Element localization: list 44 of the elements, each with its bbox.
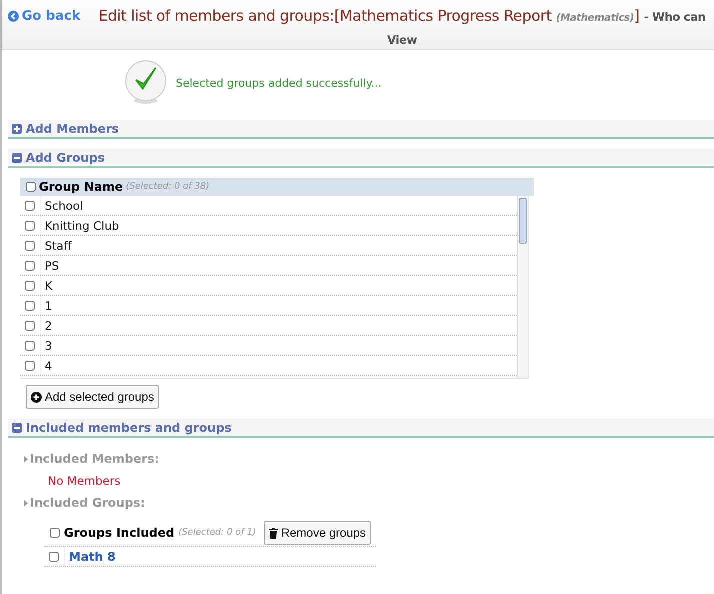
section-header[interactable]: Add Groups xyxy=(8,149,714,168)
section-header[interactable]: Add Members xyxy=(8,120,714,139)
row-checkbox[interactable] xyxy=(25,200,35,210)
group-name[interactable]: 2 xyxy=(45,318,52,332)
scrollbar[interactable] xyxy=(517,196,528,378)
column-header: Group Name xyxy=(39,180,124,194)
remove-groups-button[interactable]: Remove groups xyxy=(264,521,372,545)
row-checkbox[interactable] xyxy=(25,320,35,330)
page-title: Edit list of members and groups:[Mathematics Progress Report (Mathematics)] - Who can View xyxy=(98,6,707,49)
subsection-label: Included Members: xyxy=(30,452,160,466)
selected-count: (Selected: 0 of 38) xyxy=(126,182,210,192)
group-name[interactable]: 3 xyxy=(45,338,52,352)
caret-icon xyxy=(24,500,28,506)
row-checkbox[interactable] xyxy=(25,360,35,370)
select-all-checkbox[interactable] xyxy=(26,182,36,192)
group-name[interactable]: Staff xyxy=(45,238,72,252)
group-name[interactable]: School xyxy=(45,198,84,212)
group-link[interactable]: Math 8 xyxy=(69,550,116,564)
row-checkbox[interactable] xyxy=(25,240,35,250)
trash-icon xyxy=(269,528,278,538)
group-name[interactable]: PS xyxy=(45,258,60,272)
group-name[interactable]: 1 xyxy=(45,298,52,312)
plus-icon xyxy=(31,392,42,402)
row-checkbox[interactable] xyxy=(25,260,35,270)
go-back-link[interactable]: Go back xyxy=(8,6,81,26)
subsection-label: Included Groups: xyxy=(30,496,146,510)
row-checkbox[interactable] xyxy=(25,340,35,350)
group-name[interactable]: K xyxy=(45,278,53,292)
group-name[interactable]: Knitting Club xyxy=(45,218,120,232)
add-selected-groups-button[interactable]: Add selected groups xyxy=(26,385,160,409)
group-name[interactable]: 4 xyxy=(45,358,52,372)
selected-count: (Selected: 0 of 1) xyxy=(178,528,256,538)
row-checkbox[interactable] xyxy=(49,552,59,562)
back-arrow-icon xyxy=(8,10,19,22)
caret-icon xyxy=(24,456,28,462)
column-header: Groups Included xyxy=(64,526,175,540)
row-checkbox[interactable] xyxy=(25,300,35,310)
select-all-checkbox[interactable] xyxy=(50,528,60,538)
empty-message: No Members xyxy=(47,473,122,490)
row-checkbox[interactable] xyxy=(25,280,35,290)
section-header[interactable]: Included members and groups xyxy=(8,419,714,438)
row-checkbox[interactable] xyxy=(25,220,35,230)
success-message: Selected groups added successfully... xyxy=(176,76,382,90)
success-check-icon xyxy=(124,60,168,106)
